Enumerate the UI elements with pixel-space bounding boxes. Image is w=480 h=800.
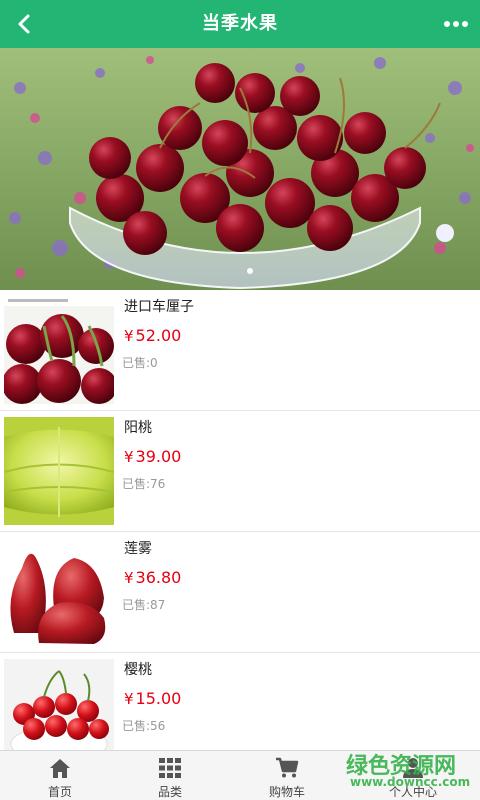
cherry-bowl-photo-icon xyxy=(4,659,114,750)
currency-symbol: ¥ xyxy=(124,690,134,708)
more-dots-icon xyxy=(444,21,468,27)
home-icon xyxy=(50,759,70,778)
price-value: 52.00 xyxy=(135,326,182,345)
product-thumbnail[interactable] xyxy=(4,538,114,646)
list-item[interactable]: 进口车厘子 ¥52.00 已售:0 xyxy=(0,290,480,411)
wax-apple-photo-icon xyxy=(4,538,114,646)
tab-cart[interactable]: 购物车 xyxy=(227,751,347,800)
product-price: ¥39.00 xyxy=(124,447,181,466)
tab-categories[interactable]: 品类 xyxy=(110,751,230,800)
list-item[interactable]: 莲雾 ¥36.80 已售:87 xyxy=(0,532,480,653)
cart-icon xyxy=(276,757,299,778)
banner-cherries-image xyxy=(0,48,480,290)
product-name[interactable]: 进口车厘子 xyxy=(124,296,194,316)
starfruit-photo-icon xyxy=(4,417,114,525)
product-thumbnail[interactable] xyxy=(4,296,114,404)
price-value: 36.80 xyxy=(135,568,182,587)
product-name[interactable]: 莲雾 xyxy=(124,538,152,558)
banner-carousel[interactable] xyxy=(0,48,480,290)
watermark: 绿色资源网 www.downcc.com xyxy=(346,748,476,800)
price-value: 15.00 xyxy=(135,689,182,708)
sold-count: 已售:0 xyxy=(122,356,158,370)
tab-label: 购物车 xyxy=(268,785,305,799)
cherries-photo-icon xyxy=(4,296,114,404)
product-price: ¥52.00 xyxy=(124,326,181,345)
currency-symbol: ¥ xyxy=(124,448,134,466)
tab-label: 品类 xyxy=(157,785,182,799)
tab-home[interactable]: 首页 xyxy=(0,751,120,800)
sold-count: 已售:56 xyxy=(122,719,166,733)
watermark-url: www.downcc.com xyxy=(350,775,471,789)
product-thumbnail[interactable] xyxy=(4,417,114,525)
sold-count: 已售:76 xyxy=(122,477,166,491)
header-bar: 当季水果 xyxy=(0,0,480,48)
more-button[interactable] xyxy=(440,8,472,40)
product-list: 进口车厘子 ¥52.00 已售:0 阳桃 ¥39.00 已售:76 莲雾 ¥ 3… xyxy=(0,290,480,750)
page-title: 当季水果 xyxy=(202,13,278,34)
grid-icon xyxy=(159,758,181,778)
tab-label: 首页 xyxy=(47,785,72,799)
carousel-dot[interactable] xyxy=(247,268,253,274)
product-price: ¥36.80 xyxy=(124,568,181,587)
product-name[interactable]: 阳桃 xyxy=(124,417,152,437)
product-price: ¥15.00 xyxy=(124,689,181,708)
currency-symbol: ¥ xyxy=(124,569,134,587)
sold-count: 已售:87 xyxy=(122,598,166,612)
product-name[interactable]: 樱桃 xyxy=(124,659,152,679)
list-item[interactable]: 阳桃 ¥39.00 已售:76 xyxy=(0,411,480,532)
price-value: 39.00 xyxy=(135,447,182,466)
list-item[interactable]: 樱桃 ¥15.00 已售:56 xyxy=(0,653,480,750)
product-thumbnail[interactable] xyxy=(4,659,114,750)
currency-symbol: ¥ xyxy=(124,327,134,345)
